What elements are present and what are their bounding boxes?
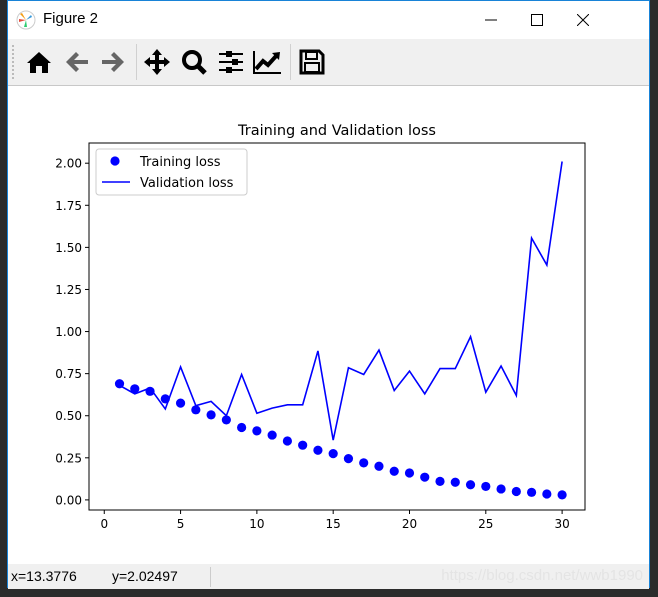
training-loss-point bbox=[221, 415, 231, 425]
training-loss-point bbox=[313, 445, 323, 455]
legend-training-marker bbox=[110, 156, 120, 166]
legend-validation-label: Validation loss bbox=[140, 176, 234, 191]
training-loss-point bbox=[511, 486, 521, 497]
training-loss-point bbox=[450, 477, 460, 487]
training-loss-point bbox=[237, 422, 247, 433]
x-tick-label: 15 bbox=[326, 517, 341, 531]
training-loss-point bbox=[267, 430, 277, 440]
training-loss-point bbox=[114, 379, 125, 389]
y-tick-label: 0.25 bbox=[55, 451, 82, 465]
x-tick-label: 0 bbox=[100, 517, 108, 531]
x-tick-label: 5 bbox=[177, 517, 185, 531]
y-tick-label: 1.25 bbox=[55, 283, 82, 297]
x-tick-label: 30 bbox=[554, 517, 569, 531]
training-loss-point bbox=[404, 468, 415, 478]
x-tick-label: 25 bbox=[478, 517, 493, 531]
training-loss-point bbox=[328, 449, 338, 459]
training-loss-point bbox=[130, 384, 140, 394]
training-loss-point bbox=[435, 476, 445, 486]
x-tick-label: 20 bbox=[402, 517, 417, 531]
training-loss-point bbox=[389, 466, 399, 476]
training-loss-point bbox=[175, 398, 186, 408]
training-loss-point bbox=[496, 484, 506, 494]
training-loss-point bbox=[160, 394, 170, 404]
training-loss-point bbox=[298, 440, 308, 450]
training-loss-point bbox=[359, 458, 369, 468]
y-tick-label: 0.75 bbox=[55, 367, 82, 381]
training-loss-point bbox=[374, 461, 384, 471]
training-loss-point bbox=[420, 472, 430, 482]
y-tick-label: 0.50 bbox=[55, 409, 82, 423]
validation-loss-line bbox=[119, 161, 563, 441]
chart-title: Training and Validation loss bbox=[237, 123, 436, 139]
training-loss-point bbox=[252, 426, 262, 436]
training-loss-point bbox=[282, 436, 292, 446]
y-tick-label: 1.50 bbox=[55, 241, 82, 255]
training-loss-point bbox=[343, 454, 354, 464]
plot-canvas[interactable]: Training and Validation loss 0 5 10 15 20 25 30… bbox=[0, 0, 658, 597]
y-tick-label: 1.75 bbox=[55, 199, 82, 213]
training-loss-point bbox=[481, 481, 491, 492]
y-tick-label: 1.00 bbox=[55, 325, 82, 339]
x-tick-label: 10 bbox=[249, 517, 264, 531]
legend-training-label: Training loss bbox=[139, 155, 221, 170]
training-loss-point bbox=[145, 386, 155, 396]
y-tick-label: 2.00 bbox=[55, 157, 82, 171]
training-loss-point bbox=[465, 480, 476, 490]
training-loss-point bbox=[206, 410, 216, 420]
training-loss-point bbox=[526, 487, 537, 497]
training-loss-point bbox=[542, 489, 552, 499]
training-loss-point bbox=[191, 405, 201, 415]
training-loss-point bbox=[557, 490, 567, 500]
y-tick-label: 0.00 bbox=[55, 493, 82, 507]
